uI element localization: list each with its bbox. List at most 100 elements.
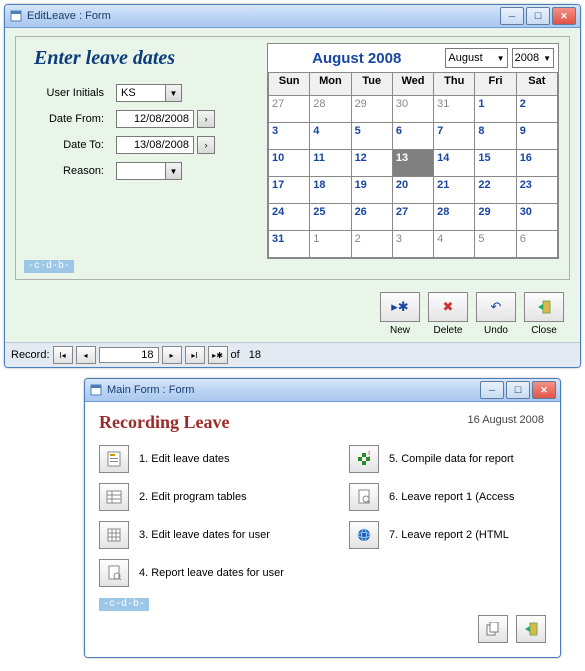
close-form-button[interactable] bbox=[524, 292, 564, 322]
last-record-button[interactable]: ▸I bbox=[185, 346, 205, 364]
calendar-day[interactable]: 5 bbox=[475, 231, 516, 258]
calendar-day[interactable]: 8 bbox=[475, 123, 516, 150]
calendar-day[interactable]: 10 bbox=[269, 150, 310, 177]
new-record-button[interactable]: ▸✱ bbox=[208, 346, 228, 364]
date-to-input[interactable] bbox=[116, 136, 194, 154]
calendar-day[interactable]: 18 bbox=[310, 177, 351, 204]
undo-button[interactable]: ↶ bbox=[476, 292, 516, 322]
maximize-button[interactable]: ☐ bbox=[506, 381, 530, 399]
calendar-day[interactable]: 30 bbox=[516, 204, 557, 231]
preview-icon[interactable] bbox=[349, 483, 379, 511]
record-number-input[interactable] bbox=[99, 347, 159, 363]
calendar-day[interactable]: 6 bbox=[516, 231, 557, 258]
calendar-weekday: Sat bbox=[516, 73, 557, 96]
form-icon bbox=[9, 9, 23, 23]
year-select[interactable]: 2008 ▼ bbox=[512, 48, 554, 68]
close-button[interactable]: ✕ bbox=[552, 7, 576, 25]
calendar-day[interactable]: 4 bbox=[434, 231, 475, 258]
record-total: 18 bbox=[249, 349, 261, 361]
calendar-day[interactable]: 31 bbox=[269, 231, 310, 258]
grid-icon[interactable] bbox=[99, 521, 129, 549]
copy-button[interactable] bbox=[478, 615, 508, 643]
next-record-button[interactable]: ▸ bbox=[162, 346, 182, 364]
table-icon[interactable] bbox=[99, 483, 129, 511]
calendar-day[interactable]: 29 bbox=[475, 204, 516, 231]
calendar-weekday: Thu bbox=[434, 73, 475, 96]
menu-item: 6. Leave report 1 (Access bbox=[349, 483, 514, 511]
menu-item-label: 6. Leave report 1 (Access bbox=[389, 491, 514, 503]
user-initials-label: User Initials bbox=[24, 87, 104, 99]
calendar-day[interactable]: 23 bbox=[516, 177, 557, 204]
calendar-day[interactable]: 12 bbox=[351, 150, 392, 177]
calendar-weekday: Sun bbox=[269, 73, 310, 96]
calendar-day[interactable]: 25 bbox=[310, 204, 351, 231]
minimize-button[interactable]: ─ bbox=[480, 381, 504, 399]
date-to-picker-button[interactable]: › bbox=[197, 136, 215, 154]
calendar-day[interactable]: 11 bbox=[310, 150, 351, 177]
month-select[interactable]: August ▼ bbox=[445, 48, 507, 68]
calendar-day[interactable]: 26 bbox=[351, 204, 392, 231]
window-title: EditLeave : Form bbox=[27, 10, 500, 22]
calendar-day[interactable]: 1 bbox=[475, 96, 516, 123]
record-navigator: Record: I◂ ◂ ▸ ▸I ▸✱ of 18 bbox=[5, 342, 580, 367]
close-button[interactable]: ✕ bbox=[532, 381, 556, 399]
report-icon[interactable] bbox=[99, 559, 129, 587]
maximize-button[interactable]: ☐ bbox=[526, 7, 550, 25]
form-icon bbox=[89, 383, 103, 397]
calendar-day[interactable]: 17 bbox=[269, 177, 310, 204]
menu-item: 7. Leave report 2 (HTML bbox=[349, 521, 514, 549]
calendar-weekday: Tue bbox=[351, 73, 392, 96]
calendar-weekday: Wed bbox=[392, 73, 433, 96]
calendar-day[interactable]: 29 bbox=[351, 96, 392, 123]
calendar-day[interactable]: 9 bbox=[516, 123, 557, 150]
calendar-day[interactable]: 4 bbox=[310, 123, 351, 150]
user-initials-dropdown[interactable]: ▼ bbox=[166, 84, 182, 102]
calendar-day[interactable]: 28 bbox=[310, 96, 351, 123]
mainform-window: Main Form : Form ─ ☐ ✕ Recording Leave 1… bbox=[84, 378, 561, 658]
menu-item-label: 5. Compile data for report bbox=[389, 453, 514, 465]
menu-item: 3. Edit leave dates for user bbox=[99, 521, 319, 549]
calendar-day[interactable]: 27 bbox=[392, 204, 433, 231]
calendar-day[interactable]: 3 bbox=[269, 123, 310, 150]
date-from-input[interactable] bbox=[116, 110, 194, 128]
calendar-day[interactable]: 31 bbox=[434, 96, 475, 123]
undo-label: Undo bbox=[484, 325, 508, 336]
calendar-day[interactable]: 16 bbox=[516, 150, 557, 177]
calendar-day[interactable]: 5 bbox=[351, 123, 392, 150]
minimize-button[interactable]: ─ bbox=[500, 7, 524, 25]
reason-input[interactable] bbox=[116, 162, 166, 180]
calendar-day[interactable]: 21 bbox=[434, 177, 475, 204]
calendar-day[interactable]: 15 bbox=[475, 150, 516, 177]
new-button[interactable]: ▸✱ bbox=[380, 292, 420, 322]
calendar-day[interactable]: 13 bbox=[392, 150, 433, 177]
calendar-day[interactable]: 2 bbox=[351, 231, 392, 258]
calendar-day[interactable]: 6 bbox=[392, 123, 433, 150]
calendar-day[interactable]: 20 bbox=[392, 177, 433, 204]
form-icon[interactable] bbox=[99, 445, 129, 473]
calendar-day[interactable]: 28 bbox=[434, 204, 475, 231]
calendar-day[interactable]: 7 bbox=[434, 123, 475, 150]
titlebar[interactable]: Main Form : Form ─ ☐ ✕ bbox=[85, 379, 560, 402]
calendar-day[interactable]: 19 bbox=[351, 177, 392, 204]
user-initials-input[interactable] bbox=[116, 84, 166, 102]
menu-item-label: 2. Edit program tables bbox=[139, 491, 247, 503]
calendar-day[interactable]: 2 bbox=[516, 96, 557, 123]
calendar-day[interactable]: 30 bbox=[392, 96, 433, 123]
calendar-day[interactable]: 22 bbox=[475, 177, 516, 204]
prev-record-button[interactable]: ◂ bbox=[76, 346, 96, 364]
first-record-button[interactable]: I◂ bbox=[53, 346, 73, 364]
reason-dropdown[interactable]: ▼ bbox=[166, 162, 182, 180]
calendar-day[interactable]: 1 bbox=[310, 231, 351, 258]
delete-label: Delete bbox=[434, 325, 463, 336]
globe-icon[interactable] bbox=[349, 521, 379, 549]
calendar-day[interactable]: 3 bbox=[392, 231, 433, 258]
date-from-picker-button[interactable]: › bbox=[197, 110, 215, 128]
exit-button[interactable] bbox=[516, 615, 546, 643]
close-form-label: Close bbox=[531, 325, 557, 336]
calendar-day[interactable]: 27 bbox=[269, 96, 310, 123]
compile-icon[interactable]: ! bbox=[349, 445, 379, 473]
titlebar[interactable]: EditLeave : Form ─ ☐ ✕ bbox=[5, 5, 580, 28]
calendar-day[interactable]: 14 bbox=[434, 150, 475, 177]
delete-button[interactable]: ✖ bbox=[428, 292, 468, 322]
calendar-day[interactable]: 24 bbox=[269, 204, 310, 231]
